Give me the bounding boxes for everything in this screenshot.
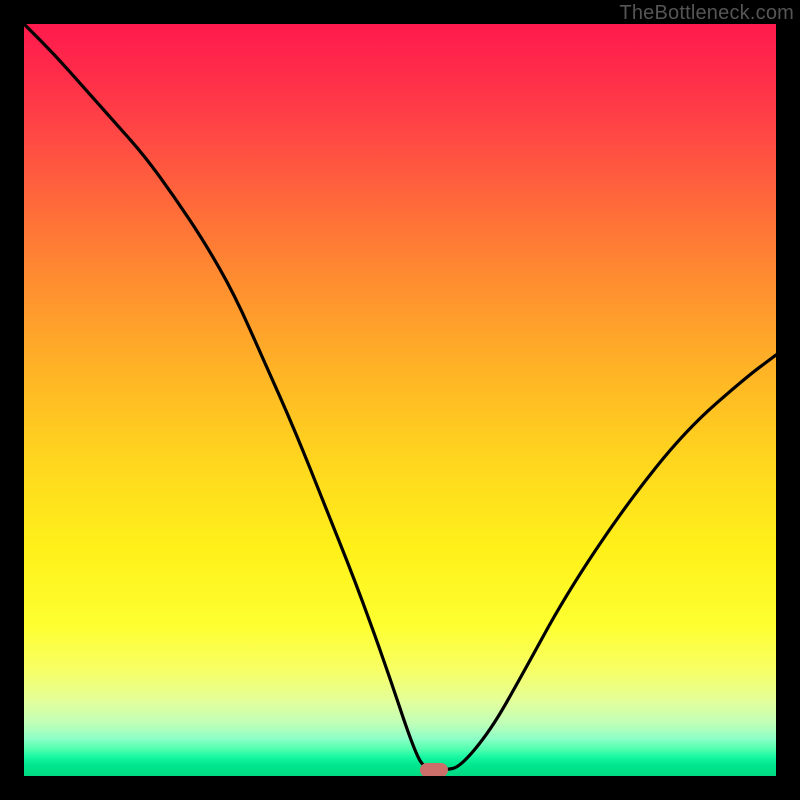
chart-frame: TheBottleneck.com (0, 0, 800, 800)
bottleneck-curve (24, 24, 776, 770)
plot-area (24, 24, 776, 776)
minimum-marker (420, 763, 448, 776)
attribution-label: TheBottleneck.com (619, 2, 794, 25)
curve-layer (24, 24, 776, 776)
